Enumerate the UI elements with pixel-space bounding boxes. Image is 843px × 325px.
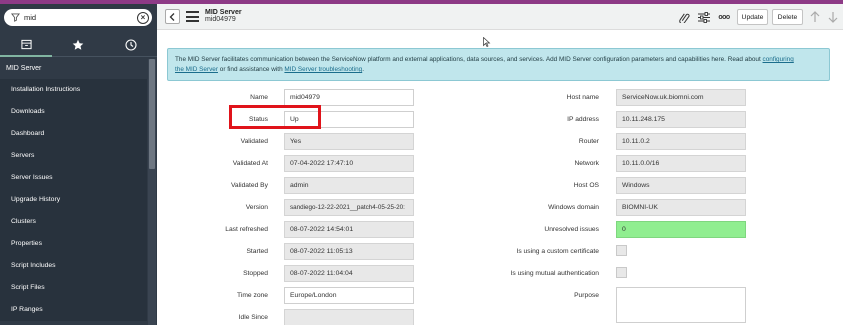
troubleshooting-link[interactable]: MID Server troubleshooting <box>284 66 362 73</box>
navigator-scrollbar[interactable] <box>148 59 156 325</box>
started-label: Started <box>246 248 268 255</box>
host-os-field: Windows <box>616 177 746 194</box>
filter-input[interactable]: mid <box>20 13 137 22</box>
mutual-authentication-label: Is using mutual authentication <box>510 270 599 277</box>
context-menu-icon[interactable] <box>186 11 199 22</box>
stopped-label: Stopped <box>243 270 268 277</box>
back-button[interactable] <box>165 9 180 24</box>
windows-domain-field: BIOMNI-UK <box>616 199 746 216</box>
nav-section-title[interactable]: MID Server <box>0 59 147 79</box>
time-zone-label: Time zone <box>237 292 268 299</box>
ip-address-field: 10.11.248.175 <box>616 111 746 128</box>
update-button[interactable]: Update <box>737 9 768 25</box>
network-label: Network <box>574 160 599 167</box>
navigator-list: MID Server Installation Instructions Dow… <box>0 59 147 321</box>
validated-by-field: admin <box>284 177 414 194</box>
nav-item-downloads[interactable]: Downloads <box>0 101 147 123</box>
nav-item-clusters[interactable]: Clusters <box>0 211 147 233</box>
arrow-up-icon[interactable] <box>809 10 821 24</box>
unresolved-issues-field: 0 <box>616 221 746 238</box>
form-header: MID Server mid04979 ooo Update Delete <box>157 4 843 30</box>
nav-item-script-files[interactable]: Script Files <box>0 277 147 299</box>
attachment-icon[interactable] <box>678 11 690 23</box>
purpose-textarea[interactable] <box>616 287 746 323</box>
nav-item-server-issues[interactable]: Server Issues <box>0 167 147 189</box>
mutual-authentication-checkbox <box>616 267 627 278</box>
star-icon <box>73 39 84 50</box>
banner-text-3: . <box>362 66 364 73</box>
banner-text-1: The MID Server facilitates communication… <box>175 56 763 63</box>
navigator-filter[interactable]: mid × <box>4 9 152 26</box>
ip-address-label: IP address <box>567 116 599 123</box>
network-field: 10.11.0.0/16 <box>616 155 746 172</box>
idle-since-field <box>284 309 414 325</box>
time-zone-select[interactable]: Europe/London <box>284 287 414 304</box>
status-highlight-annotation <box>229 105 321 129</box>
clear-filter-icon[interactable]: × <box>137 11 149 24</box>
mouse-cursor-icon <box>483 37 491 47</box>
tab-history[interactable] <box>105 34 157 57</box>
nav-item-dashboard[interactable]: Dashboard <box>0 123 147 145</box>
filter-icon <box>10 13 20 23</box>
router-field: 10.11.0.2 <box>616 133 746 150</box>
banner-text-2: or find assistance with <box>217 66 285 73</box>
nav-item-installation-instructions[interactable]: Installation Instructions <box>0 79 147 101</box>
name-label: Name <box>250 94 268 101</box>
name-field[interactable]: mid04979 <box>284 89 414 106</box>
host-os-label: Host OS <box>573 182 599 189</box>
host-name-label: Host name <box>566 94 599 101</box>
router-label: Router <box>578 138 599 145</box>
started-field: 08-07-2022 11:05:13 <box>284 243 414 260</box>
form-title-block: MID Server mid04979 <box>205 9 242 23</box>
version-label: Version <box>245 204 268 211</box>
last-refreshed-label: Last refreshed <box>225 226 268 233</box>
scrollbar-thumb[interactable] <box>149 59 155 169</box>
validated-at-field: 07-04-2022 17:47:10 <box>284 155 414 172</box>
purpose-label: Purpose <box>574 292 599 299</box>
windows-domain-label: Windows domain <box>548 204 599 211</box>
personalize-form-icon[interactable] <box>698 11 710 23</box>
validated-label: Validated <box>240 138 268 145</box>
custom-certificate-checkbox <box>616 245 627 256</box>
validated-by-label: Validated By <box>230 182 268 189</box>
tab-all-applications[interactable] <box>0 34 53 57</box>
validated-field: Yes <box>284 133 414 150</box>
arrow-down-icon[interactable] <box>827 10 839 24</box>
nav-item-servers[interactable]: Servers <box>0 145 147 167</box>
form-record-name: mid04979 <box>205 16 236 23</box>
validated-at-label: Validated At <box>232 160 268 167</box>
last-refreshed-field: 08-07-2022 14:54:01 <box>284 221 414 238</box>
application-navigator: mid × MID Server Installation Instructio… <box>0 4 157 325</box>
configuring-link[interactable]: configuring <box>763 56 794 63</box>
more-options-icon[interactable]: ooo <box>717 11 731 23</box>
idle-since-label: Idle Since <box>238 314 268 321</box>
info-banner: The MID Server facilitates communication… <box>167 48 830 81</box>
navigator-tabs <box>0 34 157 57</box>
nav-item-upgrade-history[interactable]: Upgrade History <box>0 189 147 211</box>
stopped-field: 08-07-2022 11:04:04 <box>284 265 414 282</box>
version-field: sandiego-12-22-2021__patch4-05-25-20: <box>284 199 414 216</box>
configuring-link-cont[interactable]: the MID Server <box>175 66 218 73</box>
nav-item-ip-ranges[interactable]: IP Ranges <box>0 299 147 321</box>
nav-item-script-includes[interactable]: Script Includes <box>0 255 147 277</box>
archive-icon <box>21 39 32 49</box>
host-name-field: ServiceNow.uk.biomni.com <box>616 89 746 106</box>
form-pane: MID Server mid04979 ooo Update Delete Th… <box>157 4 843 325</box>
form-title: MID Server <box>205 9 242 16</box>
nav-item-properties[interactable]: Properties <box>0 233 147 255</box>
unresolved-issues-label: Unresolved issues <box>544 226 599 233</box>
tab-favorites[interactable] <box>52 34 104 57</box>
custom-certificate-label: Is using a custom certificate <box>516 248 599 255</box>
delete-button[interactable]: Delete <box>772 9 803 25</box>
chevron-left-icon <box>169 12 175 21</box>
clock-icon <box>125 39 137 51</box>
